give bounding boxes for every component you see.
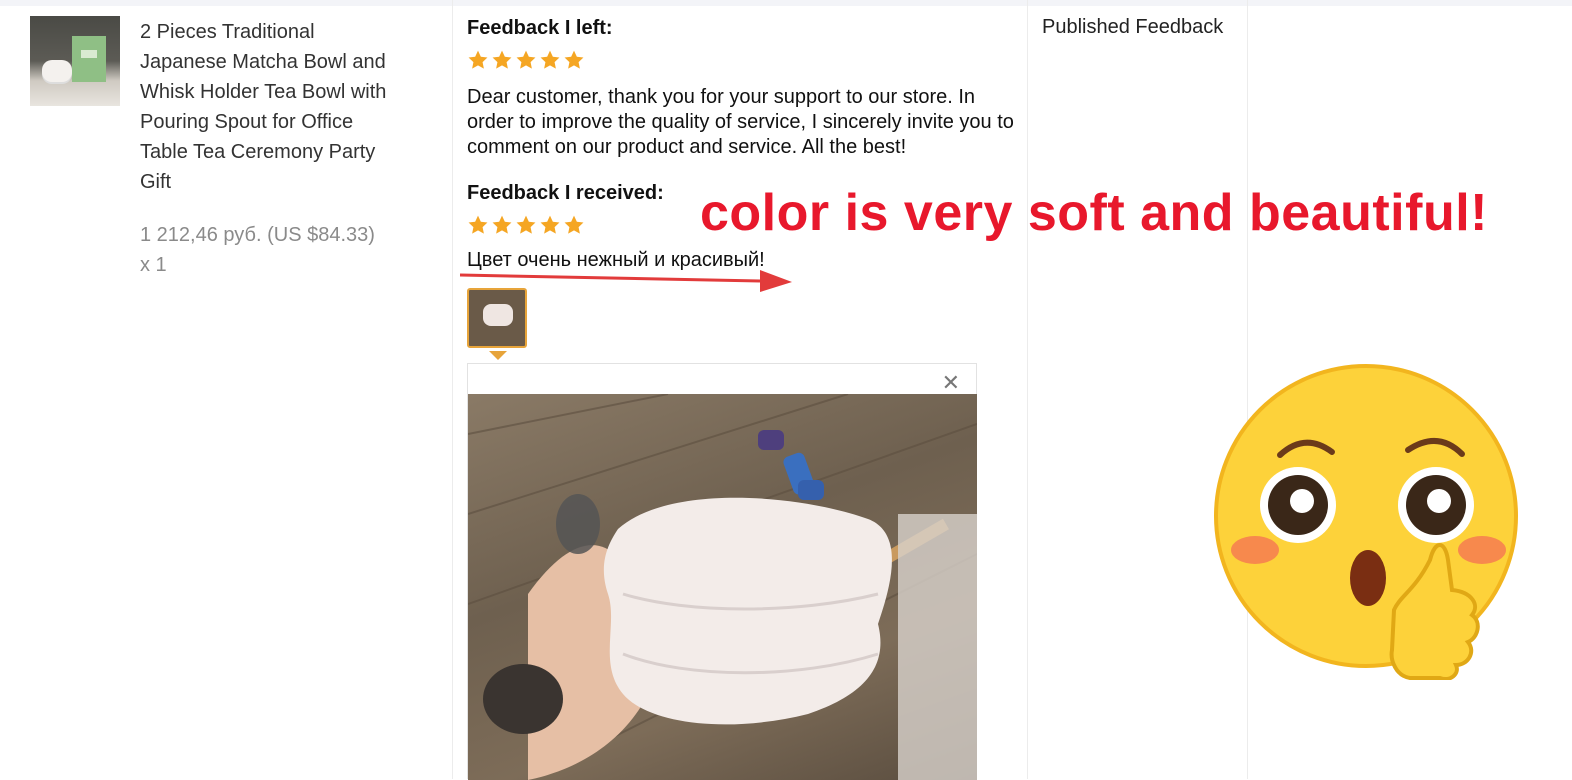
star-icon — [467, 214, 489, 236]
feedback-left-stars — [467, 49, 585, 71]
star-icon — [515, 49, 537, 71]
product-box-image — [72, 36, 106, 82]
column-divider — [452, 0, 453, 779]
product-thumbnail[interactable] — [30, 16, 120, 106]
thumbnail-caret-icon — [489, 351, 507, 360]
photo-thumbnail-bowl — [483, 304, 513, 326]
top-bar — [0, 0, 1572, 6]
photo-preview: ✕ — [467, 363, 977, 780]
feedback-received-stars — [467, 214, 585, 236]
feedback-received-label: Feedback I received: — [467, 182, 664, 204]
star-icon — [539, 214, 561, 236]
review-photo — [468, 394, 977, 780]
surprised-thumbs-up-emoji-icon — [1214, 364, 1518, 680]
close-icon[interactable]: ✕ — [942, 370, 960, 396]
product-bowl-image — [42, 60, 72, 82]
star-icon — [467, 49, 489, 71]
photo-thumbnail[interactable] — [467, 288, 527, 348]
product-price: 1 212,46 руб. (US $84.33) — [140, 224, 375, 246]
star-icon — [515, 214, 537, 236]
star-icon — [563, 214, 585, 236]
feedback-status: Published Feedback — [1042, 16, 1224, 38]
star-icon — [491, 49, 513, 71]
product-quantity: x 1 — [140, 254, 167, 276]
feedback-left-text: Dear customer, thank you for your suppor… — [467, 86, 1014, 158]
feedback-left-label: Feedback I left: — [467, 17, 613, 39]
annotation-text: color is very soft and beautiful! — [700, 184, 1488, 242]
column-divider — [1027, 0, 1028, 779]
product-title[interactable]: 2 Pieces Traditional Japanese Matcha Bow… — [140, 17, 390, 197]
star-icon — [539, 49, 561, 71]
review-photo-drawing — [468, 394, 977, 780]
star-icon — [563, 49, 585, 71]
star-icon — [491, 214, 513, 236]
